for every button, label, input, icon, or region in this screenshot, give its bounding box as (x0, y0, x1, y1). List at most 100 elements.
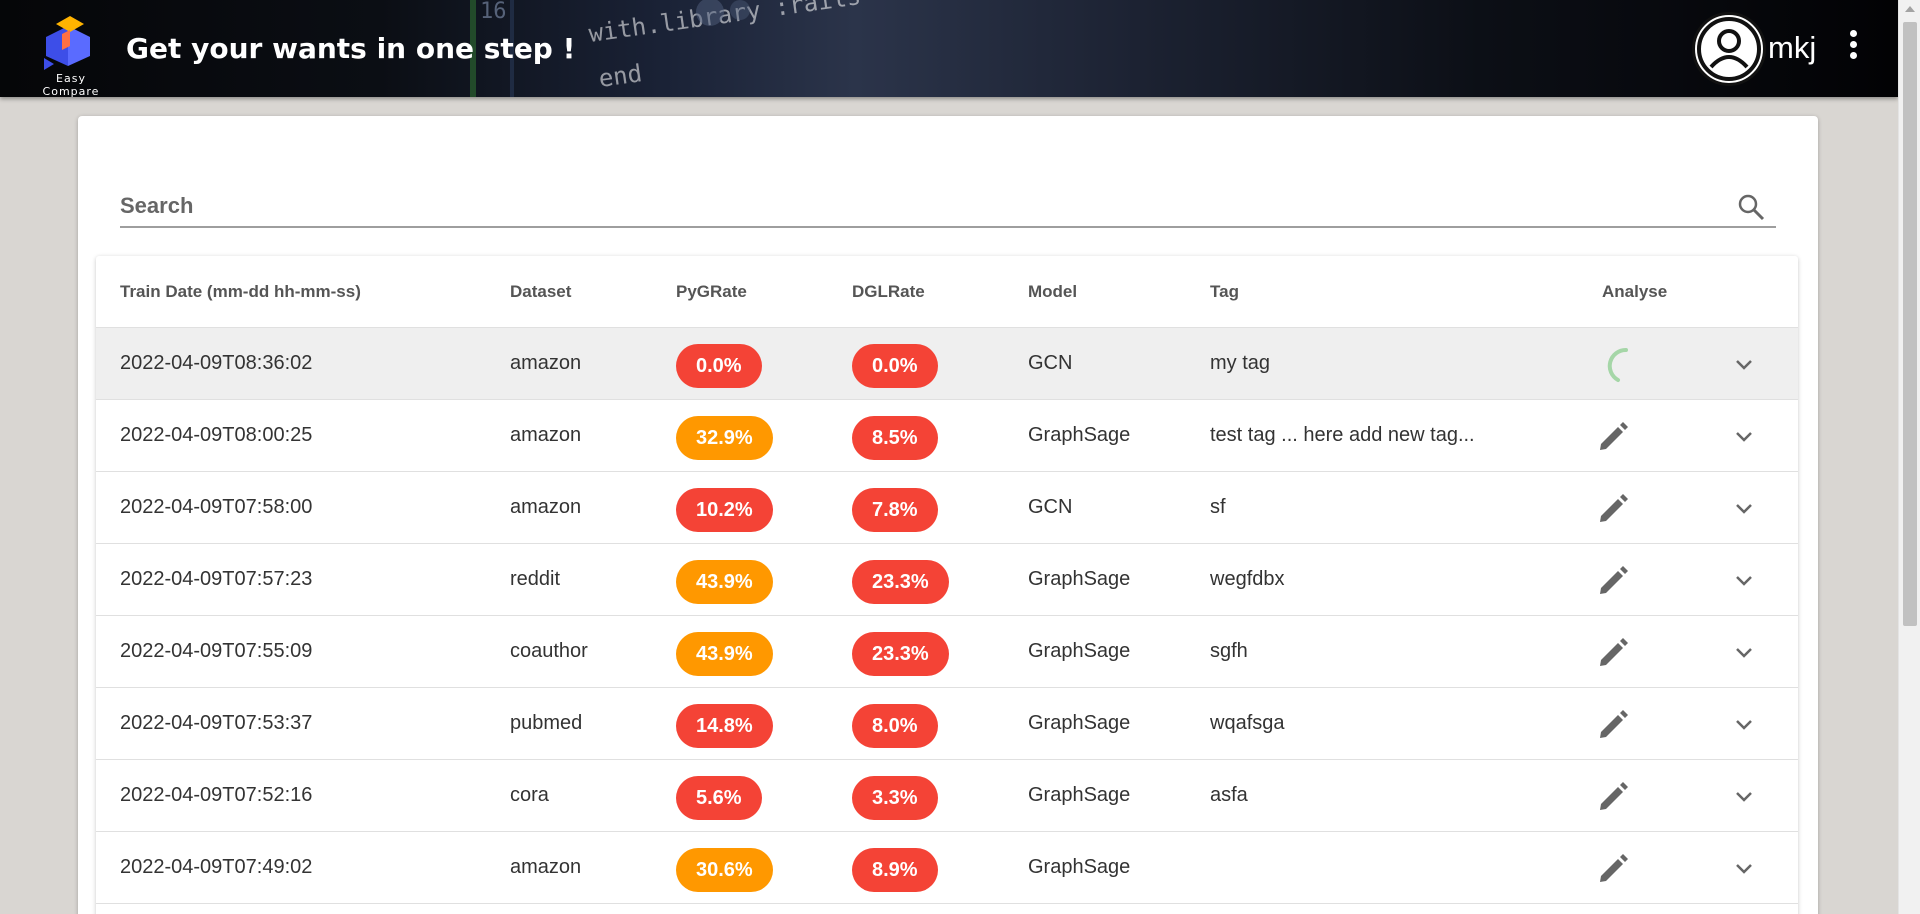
table-row[interactable]: 2022-04-09T08:00:25 amazon 32.9% 8.5% Gr… (96, 400, 1798, 472)
cell-train-date: 2022-04-09T07:55:09 (120, 640, 313, 662)
edit-pencil-icon[interactable] (1596, 780, 1630, 814)
pygrate-badge: 5.6% (676, 776, 762, 820)
cell-model: GraphSage (1028, 424, 1131, 446)
table-row[interactable]: 2022-04-09T07:52:16 cora 5.6% 3.3% Graph… (96, 760, 1798, 832)
col-analyse[interactable]: Analyse (1602, 282, 1667, 302)
expand-chevron-down-icon[interactable] (1732, 496, 1756, 520)
expand-chevron-down-icon[interactable] (1732, 640, 1756, 664)
expand-chevron-down-icon[interactable] (1732, 568, 1756, 592)
cell-dataset: amazon (510, 424, 582, 446)
cell-model: GraphSage (1028, 640, 1131, 662)
code-line-1: with.library :rails (587, 0, 863, 48)
col-tag[interactable]: Tag (1210, 282, 1239, 302)
user-avatar[interactable] (1692, 12, 1766, 86)
edit-pencil-icon[interactable] (1596, 852, 1630, 886)
pygrate-badge: 0.0% (676, 344, 762, 388)
pygrate-badge: 14.8% (676, 704, 773, 748)
table-row[interactable]: 2022-04-09T07:53:37 pubmed 14.8% 8.0% Gr… (96, 688, 1798, 760)
logo-icon (44, 16, 90, 70)
more-vert-icon[interactable] (1846, 30, 1860, 66)
edit-pencil-icon[interactable] (1596, 708, 1630, 742)
cell-tag: sf (1210, 496, 1226, 518)
cell-tag: asfa (1210, 784, 1248, 806)
app-logo[interactable]: Easy Compare (26, 12, 116, 97)
cell-tag: sgfh (1210, 640, 1248, 662)
edit-pencil-icon[interactable] (1596, 636, 1630, 670)
cell-train-date: 2022-04-09T07:58:00 (120, 496, 313, 518)
search-icon[interactable] (1736, 192, 1766, 222)
cell-dataset: reddit (510, 568, 561, 590)
cell-dataset: amazon (510, 352, 582, 374)
cell-dataset: amazon (510, 856, 582, 878)
cell-model: GraphSage (1028, 856, 1131, 878)
cell-tag: my tag (1210, 352, 1271, 374)
cell-dataset: pubmed (510, 712, 583, 734)
edit-pencil-icon[interactable] (1596, 492, 1630, 526)
col-dataset[interactable]: Dataset (510, 282, 571, 302)
expand-chevron-down-icon[interactable] (1732, 352, 1756, 376)
page-title: Get your wants in one step ! (126, 32, 576, 65)
cell-model: GraphSage (1028, 784, 1131, 806)
results-table: Train Date (mm-dd hh-mm-ss) Dataset PyGR… (96, 256, 1798, 914)
scrollbar-thumb[interactable] (1903, 22, 1917, 626)
account-circle-icon (1697, 17, 1761, 81)
logo-text: Easy Compare (42, 72, 100, 97)
cell-model: GCN (1028, 496, 1073, 518)
table-row[interactable]: 2022-04-09T08:36:02 amazon 0.0% 0.0% GCN… (96, 328, 1798, 400)
cell-dataset: amazon (510, 496, 582, 518)
code-line-number: 16 (480, 0, 507, 24)
dglrate-badge: 8.5% (852, 416, 938, 460)
col-pygrate[interactable]: PyGRate (676, 282, 747, 302)
expand-chevron-down-icon[interactable] (1732, 712, 1756, 736)
dglrate-badge: 8.9% (852, 848, 938, 892)
expand-chevron-down-icon[interactable] (1732, 424, 1756, 448)
pygrate-badge: 43.9% (676, 560, 773, 604)
scroll-up-arrow-icon[interactable] (1905, 6, 1915, 12)
search-input[interactable] (120, 188, 1700, 224)
search-field[interactable] (120, 188, 1776, 228)
cell-tag: wegfdbx (1210, 568, 1285, 590)
dglrate-badge: 0.0% (852, 344, 938, 388)
app-header: 16 with.library :rails end Easy Compare … (0, 0, 1898, 97)
cell-train-date: 2022-04-09T07:52:16 (120, 784, 313, 806)
username[interactable]: mkj (1768, 30, 1816, 66)
table-body: 2022-04-09T08:36:02 amazon 0.0% 0.0% GCN… (96, 328, 1798, 904)
cell-model: GCN (1028, 352, 1073, 374)
page-scrollbar[interactable] (1898, 0, 1920, 914)
dglrate-badge: 23.3% (852, 560, 949, 604)
cell-train-date: 2022-04-09T08:36:02 (120, 352, 313, 374)
cell-train-date: 2022-04-09T08:00:25 (120, 424, 313, 446)
cell-model: GraphSage (1028, 712, 1131, 734)
cell-dataset: cora (510, 784, 549, 806)
dglrate-badge: 23.3% (852, 632, 949, 676)
edit-pencil-icon[interactable] (1596, 420, 1630, 454)
expand-chevron-down-icon[interactable] (1732, 856, 1756, 880)
dglrate-badge: 8.0% (852, 704, 938, 748)
code-line-2: end (597, 59, 644, 93)
col-model[interactable]: Model (1028, 282, 1077, 302)
col-dglrate[interactable]: DGLRate (852, 282, 925, 302)
cell-train-date: 2022-04-09T07:49:02 (120, 856, 313, 878)
table-row[interactable]: 2022-04-09T07:57:23 reddit 43.9% 23.3% G… (96, 544, 1798, 616)
cell-train-date: 2022-04-09T07:53:37 (120, 712, 313, 734)
table-row[interactable]: 2022-04-09T07:49:02 amazon 30.6% 8.9% Gr… (96, 832, 1798, 904)
cell-model: GraphSage (1028, 568, 1131, 590)
cell-tag: wqafsga (1210, 712, 1285, 734)
pygrate-badge: 32.9% (676, 416, 773, 460)
table-row[interactable]: 2022-04-09T07:55:09 coauthor 43.9% 23.3%… (96, 616, 1798, 688)
pygrate-badge: 10.2% (676, 488, 773, 532)
expand-chevron-down-icon[interactable] (1732, 784, 1756, 808)
pygrate-badge: 43.9% (676, 632, 773, 676)
cell-tag: test tag ... here add new tag... (1210, 424, 1475, 446)
table-header: Train Date (mm-dd hh-mm-ss) Dataset PyGR… (96, 256, 1798, 328)
table-row[interactable]: 2022-04-09T07:58:00 amazon 10.2% 7.8% GC… (96, 472, 1798, 544)
edit-pencil-icon[interactable] (1596, 564, 1630, 598)
dglrate-badge: 7.8% (852, 488, 938, 532)
cell-train-date: 2022-04-09T07:57:23 (120, 568, 313, 590)
pygrate-badge: 30.6% (676, 848, 773, 892)
dglrate-badge: 3.3% (852, 776, 938, 820)
results-card: Train Date (mm-dd hh-mm-ss) Dataset PyGR… (78, 116, 1818, 914)
col-train-date[interactable]: Train Date (mm-dd hh-mm-ss) (120, 282, 361, 302)
loading-spinner-icon (1607, 347, 1628, 382)
cell-dataset: coauthor (510, 640, 588, 662)
